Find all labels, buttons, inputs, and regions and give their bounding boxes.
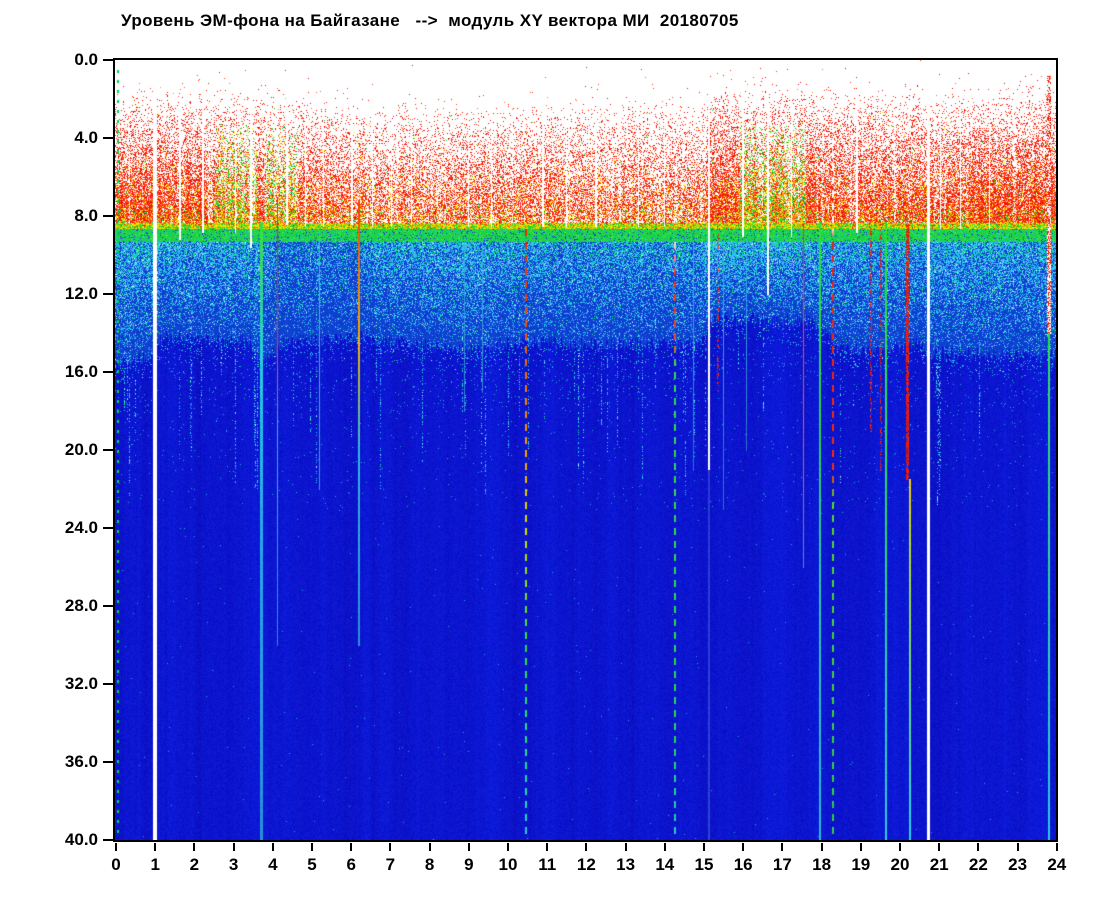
x-tick (1016, 843, 1019, 851)
x-tick (624, 843, 627, 851)
x-tick (938, 843, 941, 851)
x-tick-label: 3 (228, 855, 239, 874)
x-tick (781, 843, 784, 851)
y-tick (103, 683, 114, 685)
x-tick-label: 24 (1047, 855, 1067, 874)
x-tick (663, 843, 666, 851)
y-tick-label: 32.0 (64, 674, 98, 693)
chart-title: Уровень ЭМ-фона на Байгазане --> модуль … (121, 11, 739, 30)
x-tick-label: 7 (385, 855, 396, 874)
x-tick (350, 843, 353, 851)
y-tick-label: 4.0 (74, 128, 98, 147)
y-tick (103, 449, 114, 451)
x-tick-label: 12 (576, 855, 596, 874)
x-tick (428, 843, 431, 851)
page: { "title": "Уровень ЭМ-фона на Байгазане… (0, 0, 1096, 900)
x-tick (154, 843, 157, 851)
x-tick-label: 4 (268, 855, 278, 874)
x-tick-label: 5 (307, 855, 317, 874)
x-tick (271, 843, 274, 851)
x-tick (389, 843, 392, 851)
x-tick (507, 843, 509, 851)
x-tick (115, 843, 117, 851)
x-tick-label: 17 (772, 855, 792, 874)
x-tick (899, 843, 901, 851)
y-tick (103, 59, 114, 61)
x-tick (467, 843, 470, 851)
x-tick-label: 13 (616, 855, 636, 874)
y-tick-label: 24.0 (64, 518, 98, 537)
x-tick (859, 843, 862, 851)
x-tick (1055, 843, 1058, 851)
y-tick (103, 215, 114, 217)
x-tick-label: 18 (812, 855, 832, 874)
y-tick-label: 40.0 (64, 830, 98, 849)
y-tick-label: 36.0 (64, 752, 98, 771)
x-tick (742, 843, 745, 851)
y-tick (103, 761, 114, 763)
x-tick-label: 20 (890, 855, 910, 874)
x-tick-label: 16 (733, 855, 753, 874)
x-tick (193, 843, 196, 851)
x-tick (820, 843, 823, 851)
x-tick-label: 8 (424, 855, 435, 874)
y-tick (103, 839, 114, 841)
x-tick-label: 14 (655, 855, 675, 874)
x-tick-label: 9 (464, 855, 474, 874)
y-tick-label: 20.0 (64, 440, 98, 459)
x-tick-label: 21 (929, 855, 949, 874)
x-tick-label: 10 (498, 855, 518, 874)
y-tick (103, 527, 114, 529)
x-tick (977, 843, 980, 851)
x-tick-label: 2 (189, 855, 200, 874)
x-tick (311, 843, 313, 851)
x-tick-label: 11 (538, 855, 557, 874)
x-tick-label: 19 (851, 855, 871, 874)
x-tick (546, 843, 549, 851)
y-tick (103, 293, 114, 295)
y-tick-label: 28.0 (64, 596, 98, 615)
x-tick-label: 22 (968, 855, 988, 874)
x-tick (585, 843, 588, 851)
x-tick-label: 6 (346, 855, 356, 874)
x-tick-label: 1 (150, 855, 160, 874)
x-tick-label: 0 (111, 855, 121, 874)
y-tick-label: 12.0 (64, 284, 98, 303)
x-tick (703, 843, 705, 851)
y-tick (103, 605, 114, 607)
y-tick-label: 16.0 (64, 362, 98, 381)
x-tick (232, 843, 235, 851)
y-tick (103, 371, 114, 373)
x-tick-label: 23 (1008, 855, 1028, 874)
y-tick-label: 0.0 (74, 50, 98, 69)
x-tick-label: 15 (694, 855, 714, 874)
y-tick-label: 8.0 (74, 206, 98, 225)
spectrogram-canvas (115, 60, 1056, 840)
y-tick (103, 137, 114, 139)
